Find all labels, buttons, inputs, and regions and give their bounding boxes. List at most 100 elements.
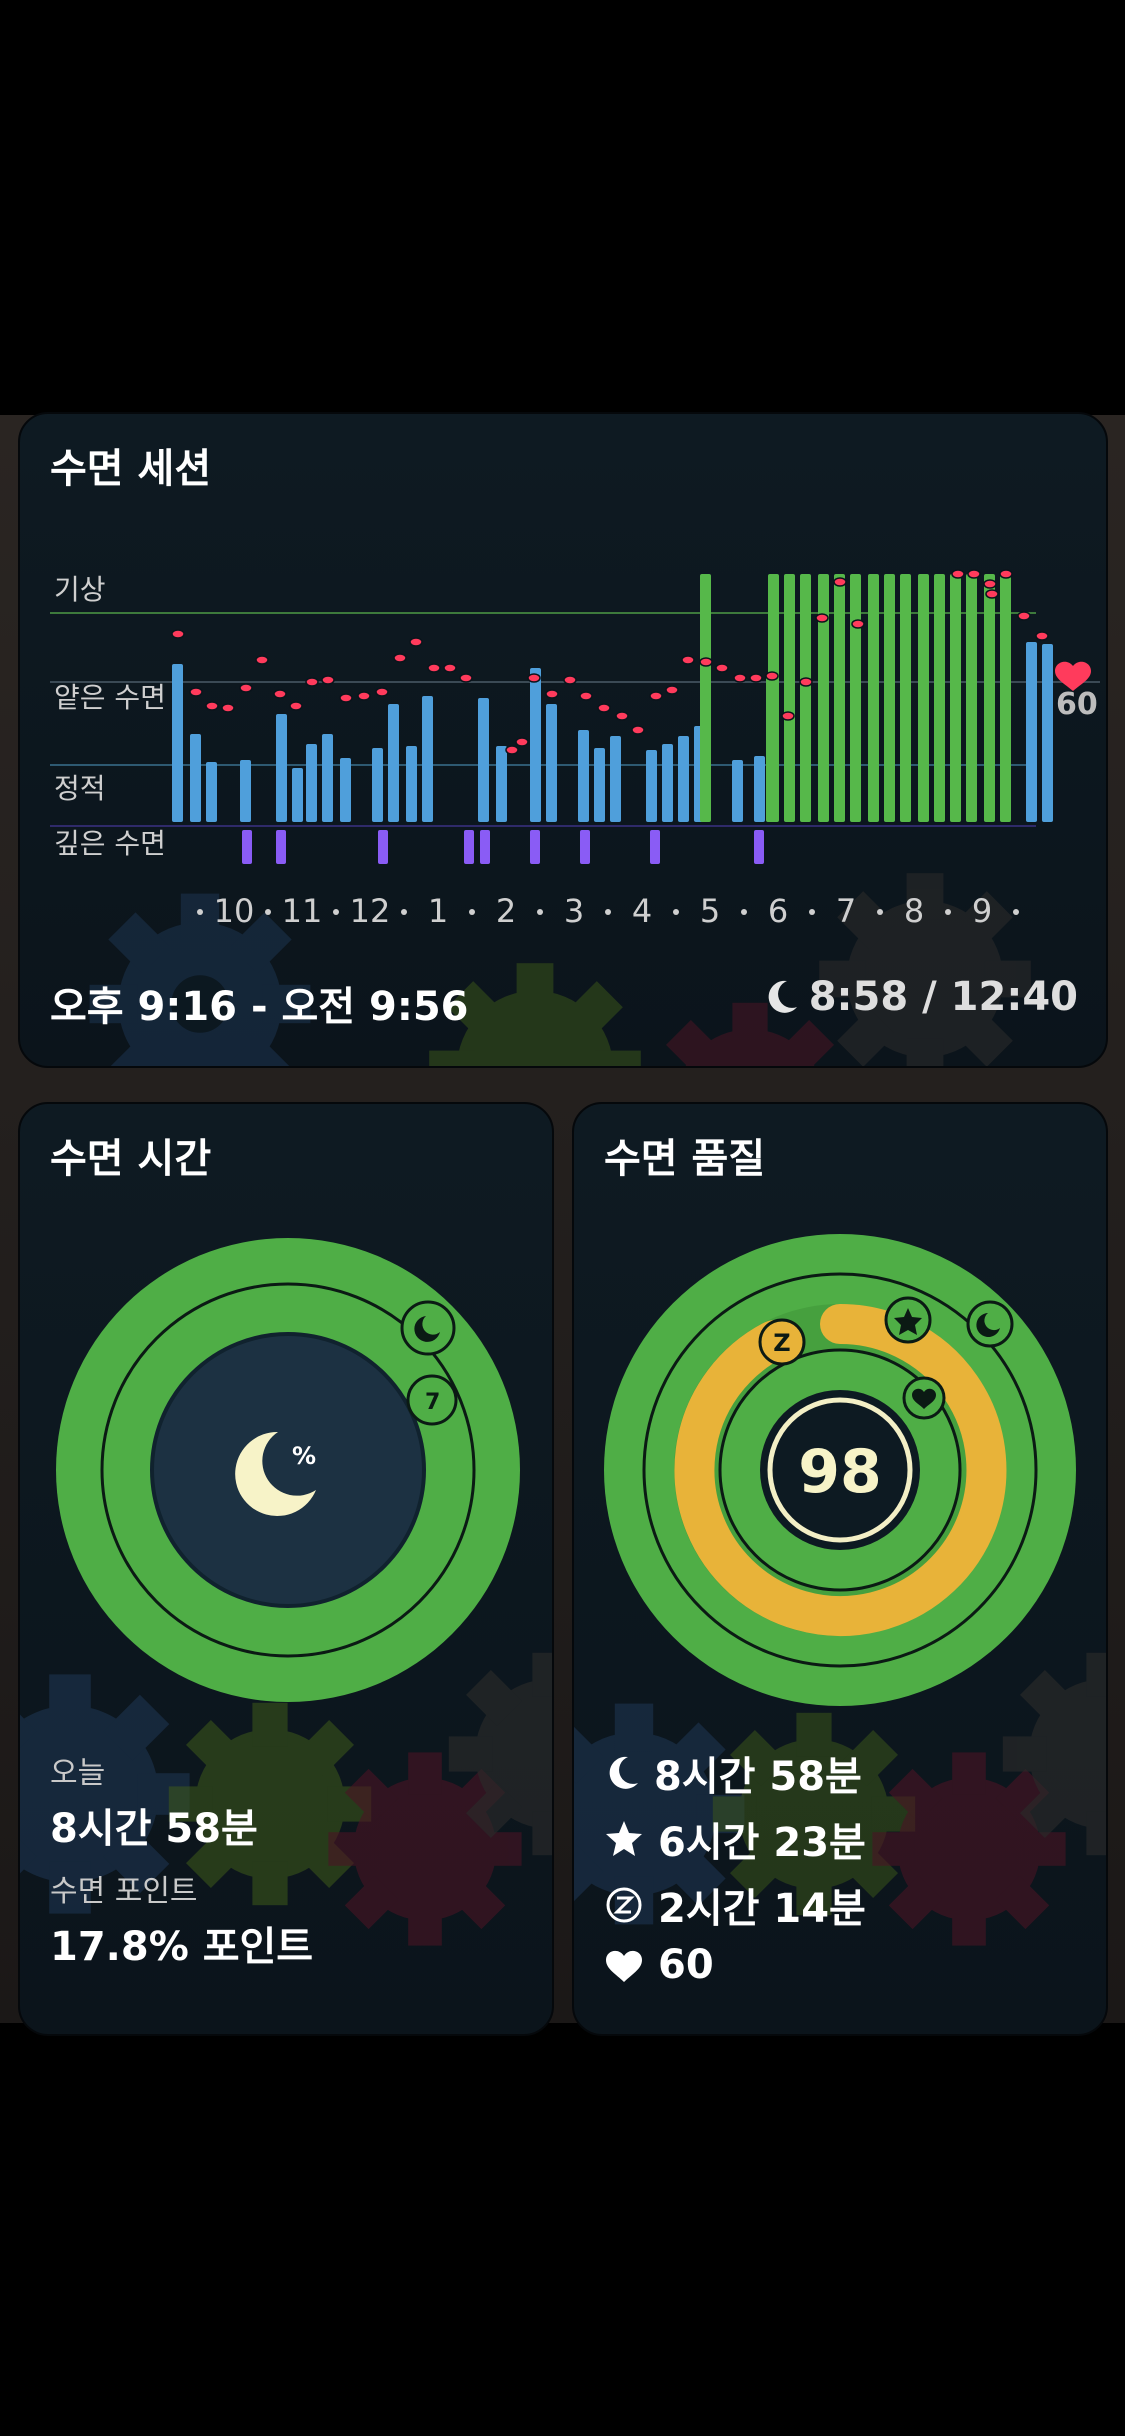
hour-label: 8 [904, 892, 924, 930]
points-label: 수면 포인트 [50, 1874, 198, 1909]
axis-dot [265, 909, 271, 915]
gear-decoration [328, 1752, 522, 1946]
deep-sleep-bar [580, 830, 590, 864]
hour-label: 6 [768, 892, 788, 930]
heart-rate-dot [459, 673, 473, 683]
heart-rate-dot [967, 569, 981, 579]
awake-bar [884, 574, 895, 822]
light-sleep-bar [662, 744, 673, 822]
deep-sleep-bar [530, 830, 540, 864]
heart-rate-dot [815, 613, 829, 623]
ring-badge: 7 [406, 1374, 458, 1426]
awake-bar [966, 574, 977, 822]
gear-decoration [872, 1752, 1066, 1946]
light-sleep-bar [732, 760, 743, 822]
svg-text:%: % [292, 1442, 316, 1470]
sleep-time-ring: % 7 [56, 1238, 520, 1702]
awake-bar [700, 574, 711, 822]
heart-rate-dot [985, 589, 999, 599]
light-sleep-bar [388, 704, 399, 822]
deep-sleep-bar [480, 830, 490, 864]
session-duration: 8:58 / 12:40 [763, 974, 1078, 1020]
awake-bar [934, 574, 945, 822]
card-title: 수면 시간 [50, 1136, 212, 1182]
hour-label: 2 [496, 892, 516, 930]
moon-badge-icon [966, 1300, 1014, 1348]
light-sleep-bar [578, 730, 589, 822]
heart-rate-dot [527, 673, 541, 683]
heart-rate-dot [781, 711, 795, 721]
moon-badge-icon [400, 1300, 456, 1356]
heart-icon [606, 1950, 642, 1982]
light-sleep-bar [754, 756, 765, 822]
heart-rate-dot [221, 703, 235, 713]
heart-rate-dot [515, 737, 529, 747]
awake-bar [1000, 574, 1011, 822]
stat-star: 6시간 23분 [604, 1810, 866, 1868]
light-sleep-bar [1042, 644, 1053, 822]
stage-label-awake: 기상 [54, 573, 106, 606]
hour-label: 9 [972, 892, 992, 930]
heart-rate-dot [273, 689, 287, 699]
light-sleep-bar [1026, 642, 1037, 822]
heart-rate-dot [999, 569, 1013, 579]
heart-rate-dot [545, 689, 559, 699]
sleep-time-card[interactable]: 수면 시간 % 7 오늘 8시간 58분 수면 포인트 17.8% 포인트 [18, 1102, 554, 2036]
moon-icon [768, 980, 797, 1013]
awake-bar [784, 574, 795, 822]
heart-rate-dot [799, 677, 813, 687]
moon-icon [609, 1756, 638, 1789]
heart-rate-dot [205, 701, 219, 711]
heart-rate-dot [427, 663, 441, 673]
light-sleep-bar [478, 698, 489, 822]
sleep-quality-ring: 98 Z [604, 1234, 1076, 1706]
axis-dot [945, 909, 951, 915]
light-sleep-bar [594, 748, 605, 822]
light-sleep-bar [172, 664, 183, 822]
heart-badge-icon [902, 1376, 946, 1420]
sleep-quality-card[interactable]: 수면 품질 98 Z 8시간 58분 6시간 23분 2시간 14분 60 [572, 1102, 1108, 2036]
heart-rate-dot [1017, 611, 1031, 621]
light-sleep-bar [406, 746, 417, 822]
heart-rate-dot [357, 691, 371, 701]
awake-bar [900, 574, 911, 822]
heart-rate-dot [563, 675, 577, 685]
points-value: 17.8% 포인트 [50, 1924, 314, 1970]
light-sleep-bar [646, 750, 657, 822]
hour-label: 4 [632, 892, 652, 930]
light-sleep-bar [422, 696, 433, 822]
deep-sleep-bar [276, 830, 286, 864]
heart-rate-dot [715, 663, 729, 673]
heart-rate-dot [597, 703, 611, 713]
light-sleep-bar [340, 758, 351, 822]
heart-rate-value: 60 [1056, 687, 1098, 722]
heart-rate-dot [749, 673, 763, 683]
z-badge: Z [758, 1318, 806, 1366]
light-sleep-bar [206, 762, 217, 822]
deep-sleep-bar [242, 830, 252, 864]
awake-bar [800, 574, 811, 822]
heart-rate-dot [649, 691, 663, 701]
deep-sleep-bar [650, 830, 660, 864]
awake-bar [868, 574, 879, 822]
stat-heart: 60 [604, 1942, 714, 1988]
sleep-session-card[interactable]: 수면 세션 기상 얕은 수면 정적 깊은 수면 10 11 12 1 2 3 4 5 6 7 8 9 … [18, 412, 1108, 1068]
heart-rate-dot [681, 655, 695, 665]
hour-label: 3 [564, 892, 584, 930]
hour-label: 7 [836, 892, 856, 930]
today-label: 오늘 [50, 1756, 106, 1791]
awake-bar [768, 574, 779, 822]
deep-sleep-bar [754, 830, 764, 864]
heart-rate-dot [983, 579, 997, 589]
star-icon [606, 1821, 642, 1856]
duration-text: 8:58 / 12:40 [808, 974, 1078, 1020]
awake-bar [834, 574, 845, 822]
stage-label-still: 정적 [54, 772, 106, 805]
heart-rate-dot [851, 619, 865, 629]
stat-z: 2시간 14분 [604, 1876, 866, 1934]
axis-dot [197, 909, 203, 915]
today-value: 8시간 58분 [50, 1806, 258, 1852]
heart-rate-dot [1035, 631, 1049, 641]
heart-rate-dot [239, 683, 253, 693]
quality-score: 98 [798, 1437, 882, 1507]
